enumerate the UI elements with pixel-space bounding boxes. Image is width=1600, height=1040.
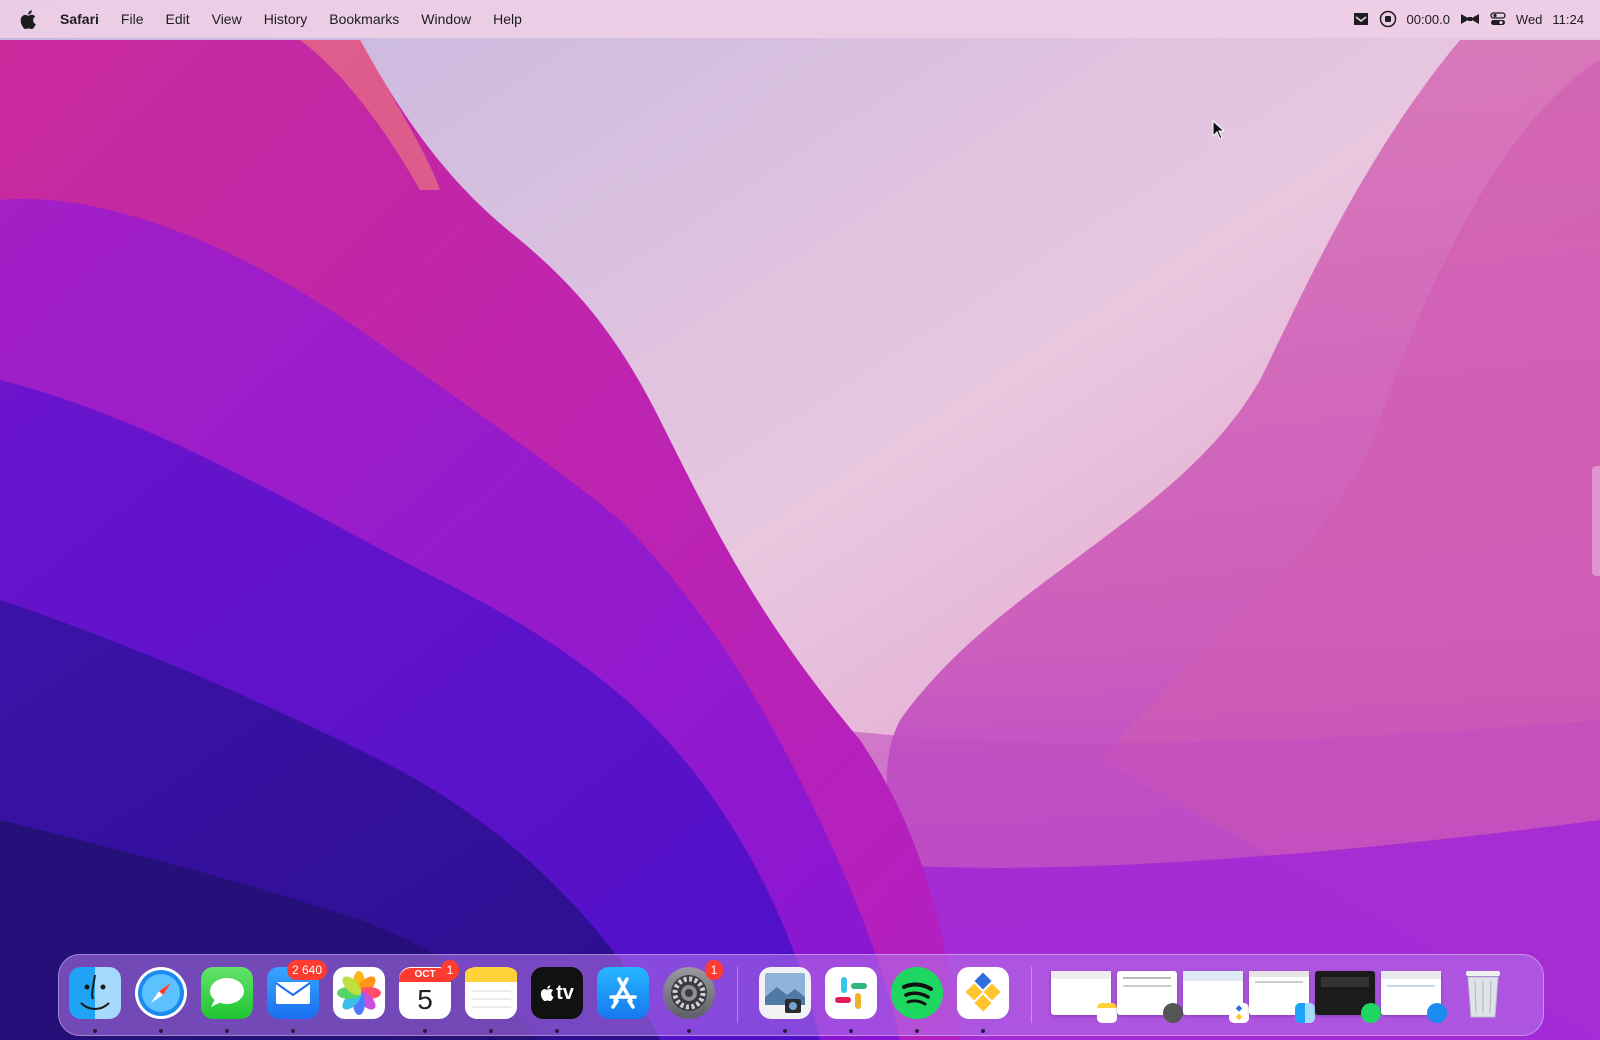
slack-icon bbox=[835, 977, 867, 1009]
stop-recording-icon[interactable] bbox=[1379, 10, 1397, 28]
dock-photos[interactable] bbox=[333, 967, 385, 1019]
tool-icon bbox=[965, 972, 1001, 1012]
dock-finder[interactable] bbox=[69, 967, 121, 1033]
running-indicator bbox=[93, 1029, 97, 1033]
running-indicator bbox=[915, 1029, 919, 1033]
menu-help[interactable]: Help bbox=[493, 11, 522, 27]
app-store-icon bbox=[609, 977, 637, 1009]
dock-slack[interactable] bbox=[825, 967, 877, 1033]
dock-calendar[interactable]: OCT 5 1 bbox=[399, 960, 459, 1033]
dock-tv[interactable]: tv bbox=[531, 967, 583, 1033]
inbox-tray-icon[interactable] bbox=[1353, 12, 1369, 26]
running-indicator bbox=[423, 1029, 427, 1033]
notes-icon bbox=[1097, 1003, 1117, 1023]
safari-icon bbox=[138, 970, 184, 1016]
dock-spotify[interactable] bbox=[891, 967, 943, 1033]
dock-tool-app[interactable] bbox=[957, 967, 1009, 1033]
clock-day[interactable]: Wed bbox=[1516, 12, 1543, 27]
mail-unread-badge: 2 640 bbox=[286, 960, 327, 980]
messages-icon bbox=[210, 978, 244, 1007]
dock-preview[interactable] bbox=[759, 967, 811, 1033]
minimized-window-spotify[interactable] bbox=[1315, 971, 1381, 1023]
dock-mail[interactable]: 2 640 bbox=[267, 960, 327, 1033]
dock-system-preferences[interactable]: 1 bbox=[663, 960, 723, 1033]
dock-messages[interactable] bbox=[201, 967, 253, 1033]
dock-app-store[interactable] bbox=[597, 967, 649, 1019]
spotify-icon bbox=[891, 967, 943, 1019]
preview-icon bbox=[765, 973, 805, 1013]
dock-separator bbox=[737, 967, 738, 1023]
running-indicator bbox=[291, 1029, 295, 1033]
menu-edit[interactable]: Edit bbox=[165, 11, 189, 27]
desktop-wallpaper bbox=[0, 0, 1600, 1040]
safari-icon bbox=[1427, 1003, 1447, 1023]
menu-view[interactable]: View bbox=[212, 11, 242, 27]
control-center-icon[interactable] bbox=[1490, 12, 1506, 26]
dock: 2 640 OCT 5 1 tv 1 bbox=[58, 954, 1544, 1036]
running-indicator bbox=[849, 1029, 853, 1033]
photos-icon bbox=[337, 971, 381, 1015]
tv-label: tv bbox=[556, 981, 574, 1004]
notes-icon bbox=[465, 967, 517, 1008]
running-indicator bbox=[225, 1029, 229, 1033]
minimized-window-finder[interactable] bbox=[1249, 971, 1315, 1023]
dock-trash[interactable] bbox=[1457, 967, 1509, 1019]
menu-app-name[interactable]: Safari bbox=[60, 11, 99, 27]
finder-icon bbox=[80, 974, 110, 1010]
dock-separator bbox=[1031, 967, 1032, 1023]
menu-bar: Safari File Edit View History Bookmarks … bbox=[0, 0, 1600, 38]
side-panel-handle[interactable] bbox=[1592, 466, 1600, 576]
settings-icon bbox=[1163, 1003, 1183, 1023]
running-indicator bbox=[783, 1029, 787, 1033]
clock-time[interactable]: 11:24 bbox=[1552, 12, 1584, 27]
minimized-window-tool[interactable] bbox=[1183, 971, 1249, 1023]
apple-logo-icon[interactable] bbox=[20, 9, 38, 29]
system-preferences-badge: 1 bbox=[705, 960, 723, 980]
running-indicator bbox=[489, 1029, 493, 1033]
running-indicator bbox=[159, 1029, 163, 1033]
minimized-window-safari[interactable] bbox=[1381, 971, 1447, 1023]
mouse-pointer-icon bbox=[1212, 119, 1226, 145]
dock-notes[interactable] bbox=[465, 967, 517, 1033]
menu-window[interactable]: Window bbox=[421, 11, 471, 27]
finder-icon bbox=[1295, 1003, 1315, 1023]
menu-bookmarks[interactable]: Bookmarks bbox=[329, 11, 399, 27]
bowtie-icon[interactable] bbox=[1460, 13, 1480, 25]
menu-history[interactable]: History bbox=[264, 11, 308, 27]
tool-icon bbox=[1229, 1003, 1249, 1023]
calendar-day: 5 bbox=[417, 984, 433, 1015]
recording-timer: 00:00.0 bbox=[1406, 11, 1450, 27]
calendar-badge: 1 bbox=[441, 960, 459, 980]
trash-icon bbox=[1466, 971, 1500, 1018]
minimized-window-notes[interactable] bbox=[1051, 971, 1117, 1023]
dock-safari[interactable] bbox=[135, 967, 187, 1033]
spotify-icon bbox=[1361, 1003, 1381, 1023]
running-indicator bbox=[555, 1029, 559, 1033]
running-indicator bbox=[981, 1029, 985, 1033]
menu-file[interactable]: File bbox=[121, 11, 144, 27]
running-indicator bbox=[687, 1029, 691, 1033]
apple-tv-logo-icon bbox=[540, 985, 554, 1001]
minimized-window-settings[interactable] bbox=[1117, 971, 1183, 1023]
